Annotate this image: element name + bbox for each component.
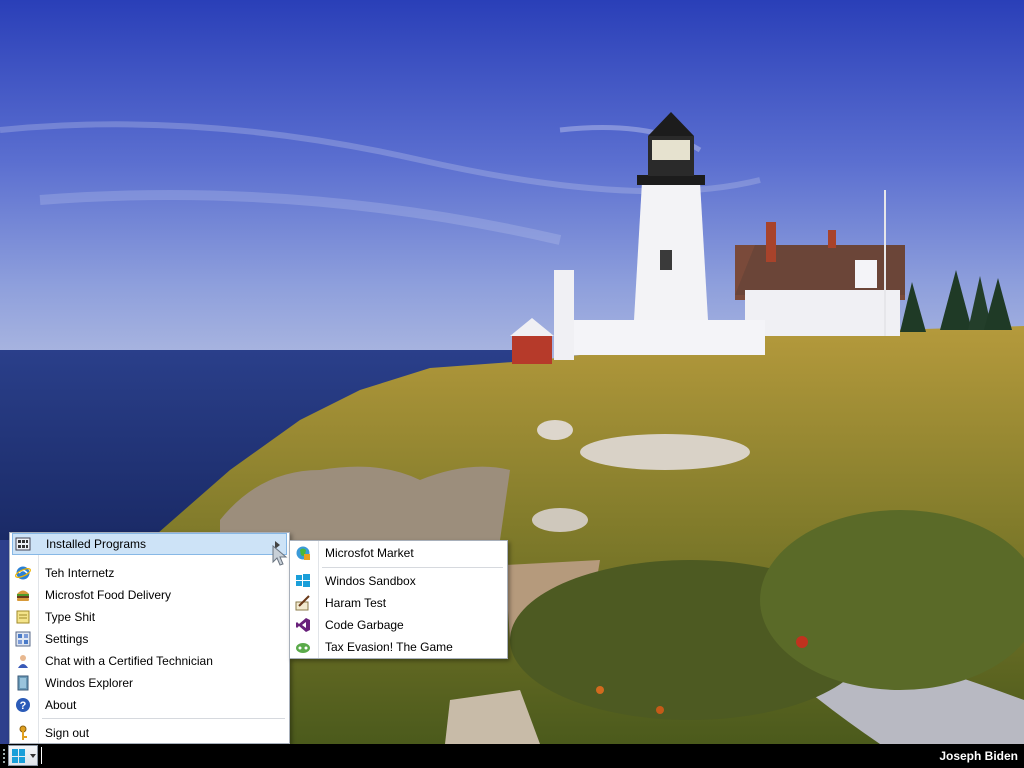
menu-item-label: Tax Evasion! The Game: [325, 640, 453, 654]
menu-item-label: Windos Sandbox: [325, 574, 416, 588]
menu-item-label: About: [45, 698, 77, 712]
menu-item-sign-out[interactable]: Sign out: [12, 722, 287, 744]
menu-item-label: Chat with a Certified Technician: [45, 654, 213, 668]
menu-item-windos-explorer[interactable]: Windos Explorer: [12, 672, 287, 694]
menu-item-label: Settings: [45, 632, 89, 646]
menu-item-microsfot-market[interactable]: Microsfot Market: [292, 542, 505, 564]
market-globe-icon: [295, 545, 311, 561]
menu-item-label: Haram Test: [325, 596, 387, 610]
settings-icon: [15, 631, 31, 647]
menu-item-label: Teh Internetz: [45, 566, 115, 580]
key-icon: [15, 725, 31, 741]
menu-item-about[interactable]: ? About: [12, 694, 287, 716]
menu-item-windos-sandbox[interactable]: Windos Sandbox: [292, 570, 505, 592]
menu-item-label: Code Garbage: [325, 618, 404, 632]
menu-item-food-delivery[interactable]: Microsfot Food Delivery: [12, 584, 287, 606]
menu-item-label: Microsfot Market: [325, 546, 414, 560]
menu-item-type-shit[interactable]: Type Shit: [12, 606, 287, 628]
installed-programs-submenu: Microsfot Market Windos Sandbox Haram Te…: [289, 540, 508, 659]
menu-item-label: Installed Programs: [46, 537, 147, 551]
menu-item-tax-evasion-game[interactable]: Tax Evasion! The Game: [292, 636, 505, 658]
menu-item-code-garbage[interactable]: Code Garbage: [292, 614, 505, 636]
explorer-icon: [15, 675, 31, 691]
menu-separator: [42, 718, 285, 719]
menu-item-label: Sign out: [45, 726, 90, 740]
menu-item-chat-technician[interactable]: Chat with a Certified Technician: [12, 650, 287, 672]
menu-item-installed-programs[interactable]: Installed Programs: [12, 533, 287, 555]
menu-item-haram-test[interactable]: Haram Test: [292, 592, 505, 614]
game-icon: [295, 639, 311, 655]
technician-icon: [15, 653, 31, 669]
taskbar-grip[interactable]: [3, 749, 6, 763]
pen-paper-icon: [295, 595, 311, 611]
svg-text:?: ?: [20, 700, 27, 712]
start-button[interactable]: [8, 745, 38, 766]
visual-studio-icon: [295, 617, 311, 633]
taskbar-search-input[interactable]: [41, 747, 42, 764]
windows-logo-icon: [295, 573, 311, 589]
menu-item-label: Type Shit: [45, 610, 96, 624]
menu-item-teh-internetz[interactable]: Teh Internetz: [12, 562, 287, 584]
menu-item-label: Microsfot Food Delivery: [45, 588, 172, 602]
start-menu: Installed Programs Teh Internetz Microsf…: [9, 532, 290, 744]
windows-logo-icon: [12, 749, 26, 763]
menu-item-settings[interactable]: Settings: [12, 628, 287, 650]
help-icon: ?: [15, 697, 31, 713]
menu-item-label: Windos Explorer: [45, 676, 134, 690]
burger-icon: [15, 587, 31, 603]
mouse-pointer-icon: [272, 544, 294, 572]
programs-icon: [15, 536, 31, 552]
user-name[interactable]: Joseph Biden: [939, 747, 1018, 765]
notepad-icon: [15, 609, 31, 625]
menu-separator: [322, 567, 503, 568]
taskbar: [0, 744, 1024, 768]
ie-globe-icon: [15, 565, 31, 581]
chevron-down-icon: [30, 754, 36, 758]
